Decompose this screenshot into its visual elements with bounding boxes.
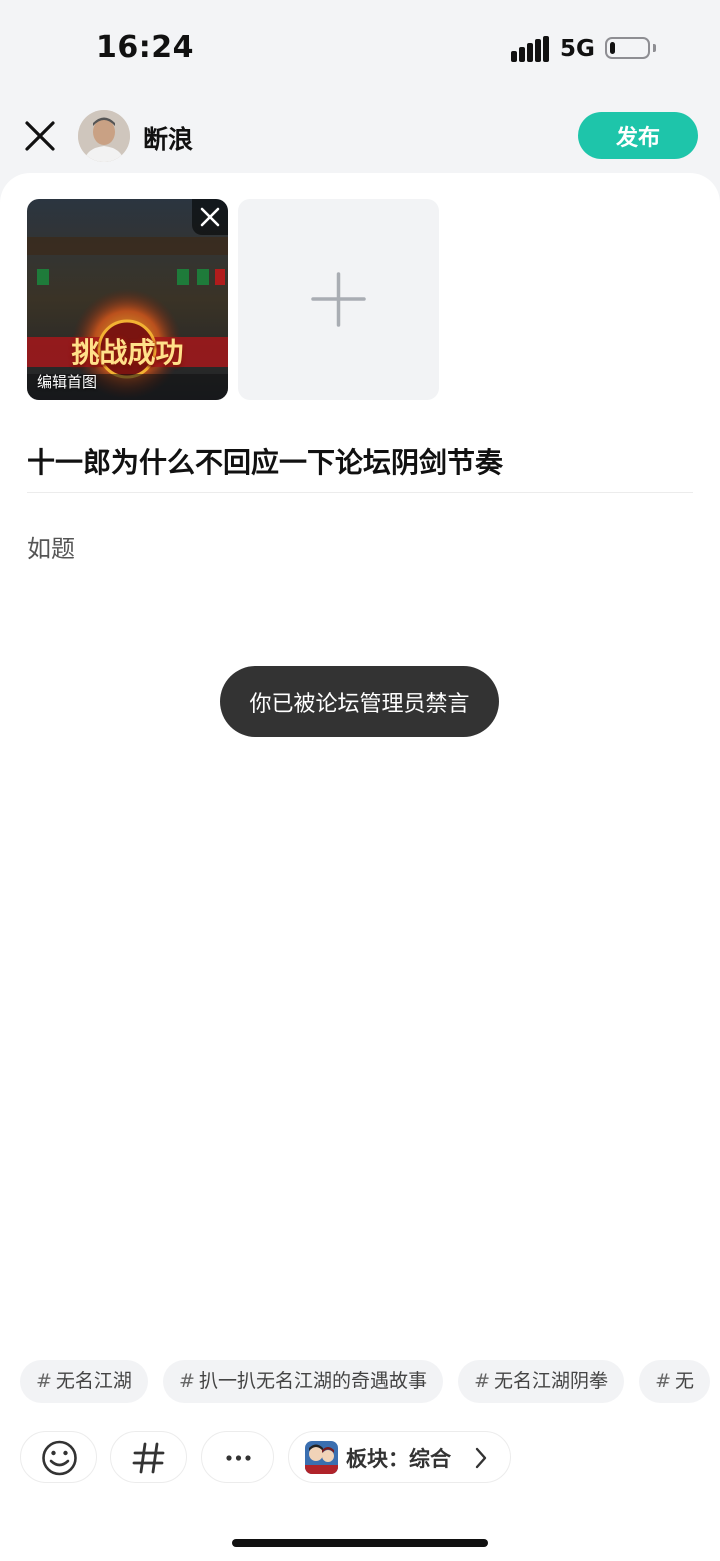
divider: [27, 492, 693, 493]
hashtag-icon: [132, 1442, 165, 1474]
hashtag-icon: #: [474, 1370, 490, 1392]
post-title-input[interactable]: 十一郎为什么不回应一下论坛阴剑节奏: [27, 441, 687, 481]
smiley-icon: [42, 1440, 77, 1476]
more-icon: [226, 1455, 251, 1461]
board-selector[interactable]: 板块：综合: [288, 1431, 511, 1483]
topic-chip[interactable]: # 无名江湖: [20, 1360, 148, 1403]
topic-chip[interactable]: # 无名江湖阴拳: [458, 1360, 624, 1403]
toast-message: 你已被论坛管理员禁言: [220, 666, 499, 737]
status-bar: 16:24 5G: [0, 0, 720, 100]
signal-icon: [511, 36, 549, 62]
battery-tip: [653, 44, 656, 52]
post-body-input[interactable]: 如题: [27, 529, 75, 564]
editor-card: 挑战成功 编辑首图 十一郎为什么不回应一下论坛阴剑节奏 如题: [0, 173, 720, 1561]
battery-icon: [605, 37, 650, 59]
add-image-button[interactable]: [238, 199, 439, 400]
board-label: 板块：综合: [346, 1447, 451, 1471]
network-label: 5G: [560, 36, 595, 62]
status-time: 16:24: [96, 30, 194, 65]
thumbnail-banner-text: 挑战成功: [71, 336, 184, 369]
more-button[interactable]: [201, 1431, 274, 1483]
chevron-right-icon: [475, 1447, 487, 1469]
topic-chip[interactable]: # 无: [639, 1360, 711, 1403]
cover-image[interactable]: 挑战成功 编辑首图: [27, 199, 228, 400]
battery-level: [610, 42, 615, 54]
plus-icon: [311, 272, 366, 327]
topic-chip[interactable]: # 扒一扒无名江湖的奇遇故事: [163, 1360, 443, 1403]
toast-text: 你已被论坛管理员禁言: [249, 691, 470, 717]
emoji-button[interactable]: [20, 1431, 97, 1483]
close-icon: [200, 207, 220, 227]
board-icon: [305, 1441, 338, 1474]
avatar[interactable]: [78, 110, 130, 162]
edit-cover-label[interactable]: 编辑首图: [37, 371, 97, 392]
hashtag-icon: #: [179, 1370, 195, 1392]
close-icon: [25, 121, 55, 151]
avatar-image: [78, 110, 130, 162]
hashtag-icon: #: [36, 1370, 52, 1392]
hashtag-button[interactable]: [110, 1431, 187, 1483]
close-button[interactable]: [22, 118, 58, 154]
topic-chips: # 无名江湖 # 扒一扒无名江湖的奇遇故事 # 无名江湖阴拳 # 无: [20, 1360, 720, 1404]
username: 断浪: [143, 125, 194, 154]
hashtag-icon: #: [655, 1370, 672, 1392]
publish-button[interactable]: 发布: [578, 112, 698, 159]
remove-image-button[interactable]: [192, 199, 228, 235]
home-indicator[interactable]: [232, 1539, 488, 1547]
